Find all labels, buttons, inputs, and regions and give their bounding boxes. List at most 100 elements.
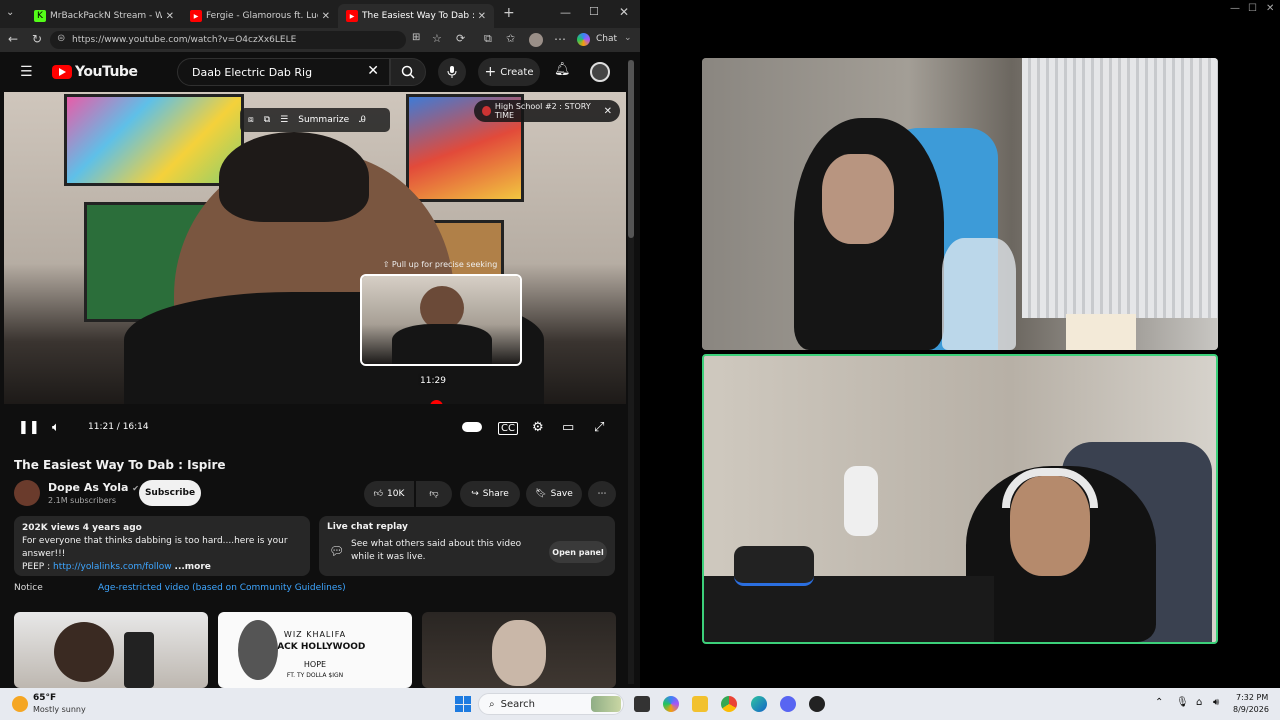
voice-search-button[interactable] — [438, 58, 466, 86]
summarize-button[interactable]: Summarize — [298, 115, 349, 125]
obs-icon[interactable] — [809, 696, 825, 712]
description-link[interactable]: http://yolalinks.com/follow — [53, 562, 172, 572]
related-video-thumbnail[interactable] — [14, 612, 208, 688]
favorite-star-icon[interactable]: ☆ — [432, 32, 442, 45]
logo-text: YouTube — [75, 64, 138, 80]
sun-weather-icon[interactable] — [12, 696, 28, 712]
file-explorer-icon[interactable] — [692, 696, 708, 712]
start-windows-icon[interactable] — [455, 696, 471, 712]
chevron-down-icon[interactable]: ⌄ — [624, 33, 632, 43]
notice-link[interactable]: Age-restricted video (based on Community… — [98, 583, 346, 593]
chat-button[interactable]: Chat — [596, 34, 617, 44]
site-info-icon[interactable]: ⊜ — [57, 33, 65, 44]
task-view-icon[interactable] — [634, 696, 650, 712]
share-icon: ↪ — [471, 489, 479, 499]
tab-kick-stream[interactable]: K MrBackPackN Stream - Watc ✕ — [26, 4, 182, 28]
screenshot-icon[interactable]: ⧈ — [248, 115, 254, 125]
tab-bar: ⌄ K MrBackPackN Stream - Watc ✕ ▶ Fergie… — [0, 0, 640, 28]
description-prefix: PEEP : — [22, 562, 53, 572]
tab-close-icon[interactable]: ✕ — [322, 11, 330, 22]
reader-icon[interactable]: ⊞ — [412, 32, 420, 43]
network-icon[interactable]: ⌂ — [1196, 697, 1202, 708]
hamburger-menu-icon[interactable]: ☰ — [20, 64, 33, 80]
tab-easiest-way[interactable]: ▶ The Easiest Way To Dab : Isp ✕ — [338, 4, 494, 28]
close-window-icon[interactable]: ✕ — [619, 5, 629, 19]
profile-avatar[interactable] — [529, 33, 543, 47]
thumb-person — [238, 620, 278, 680]
extension-icon[interactable]: ⟳ — [456, 32, 465, 45]
edge-icon[interactable] — [751, 696, 767, 712]
tab-list-chevron-icon[interactable]: ⌄ — [6, 7, 14, 18]
back-icon[interactable]: ← — [8, 32, 18, 46]
maximize-icon[interactable]: ☐ — [589, 5, 599, 18]
search-input[interactable]: Daab Electric Dab Rig ✕ — [177, 58, 390, 86]
search-button[interactable] — [390, 58, 426, 86]
notifications-bell-icon[interactable]: 🔔︎ — [554, 62, 571, 77]
tab-fergie[interactable]: ▶ Fergie - Glamorous ft. Ludac ✕ — [182, 4, 338, 28]
channel-name[interactable]: Dope As Yola — [48, 481, 128, 494]
theater-mode-icon[interactable]: ▭ — [562, 420, 574, 435]
save-button[interactable]: 🔖︎ Save — [526, 481, 582, 507]
mini-player-icon[interactable]: ⧉ — [264, 115, 270, 125]
account-avatar[interactable] — [590, 62, 610, 82]
share-button[interactable]: ↪ Share — [460, 481, 520, 507]
discord-icon[interactable] — [780, 696, 796, 712]
scrollbar-thumb[interactable] — [628, 60, 634, 238]
related-video-thumbnail[interactable]: WIZ KHALIFA BLACK HOLLYWOOD HOPE FT. TY … — [218, 612, 412, 688]
subscribe-button[interactable]: Subscribe — [139, 480, 201, 506]
settings-gear-icon[interactable]: ⚙ — [532, 420, 544, 435]
channel-avatar[interactable] — [14, 480, 40, 506]
create-button[interactable]: + Create — [478, 58, 540, 86]
like-button[interactable]: 👍︎ 10K — [364, 481, 414, 507]
microphone-icon[interactable]: 🎙︎ — [1176, 697, 1189, 708]
related-video-thumbnail[interactable] — [422, 612, 616, 688]
thumb-device — [124, 632, 154, 688]
close-icon[interactable]: ✕ — [604, 106, 612, 117]
tab-close-icon[interactable]: ✕ — [166, 11, 174, 22]
refresh-icon[interactable]: ↻ — [32, 32, 42, 46]
seek-preview-thumbnail — [360, 274, 522, 366]
chrome-icon[interactable] — [721, 696, 737, 712]
clear-search-icon[interactable]: ✕ — [367, 63, 379, 79]
cam-box — [1066, 314, 1136, 350]
view-count-date: 202K views 4 years ago — [22, 523, 142, 533]
weather-temperature[interactable]: 65°F — [33, 693, 56, 703]
search-icon — [401, 65, 415, 79]
more-actions-button[interactable]: ⋯ — [588, 481, 616, 507]
video-player[interactable]: ⧈ ⧉ ☰ Summarize Ꭿ High School #2 : STORY… — [4, 92, 626, 404]
favorites-icon[interactable]: ✩ — [506, 32, 515, 45]
url-text: https://www.youtube.com/watch?v=O4czXx6L… — [72, 35, 297, 45]
taskbar-search[interactable]: ⌕ Search — [478, 693, 624, 715]
copilot-icon[interactable] — [577, 33, 590, 46]
minimize-icon[interactable]: — — [1230, 3, 1240, 14]
description-box[interactable]: 202K views 4 years ago For everyone that… — [14, 516, 310, 576]
minimize-icon[interactable]: — — [560, 6, 571, 19]
url-field[interactable]: ⊜ https://www.youtube.com/watch?v=O4czXx… — [50, 31, 406, 49]
captions-icon[interactable]: CC — [498, 422, 518, 435]
new-tab-icon[interactable]: + — [503, 5, 515, 21]
close-window-icon[interactable]: ✕ — [1266, 3, 1274, 14]
fullscreen-icon[interactable]: ⤢ — [594, 420, 604, 435]
suggested-video-badge[interactable]: High School #2 : STORY TIME ✕ — [474, 100, 620, 122]
copilot-icon[interactable] — [663, 696, 679, 712]
translate-icon[interactable]: Ꭿ — [359, 115, 366, 125]
autoplay-toggle[interactable] — [462, 422, 482, 432]
clock-date[interactable]: 8/9/2026 — [1233, 705, 1269, 714]
weather-description[interactable]: Mostly sunny — [33, 705, 86, 714]
clock-time[interactable]: 7:32 PM — [1236, 693, 1268, 702]
time-display: 11:21 / 16:14 — [88, 422, 149, 432]
more-menu-icon[interactable]: ⋯ — [554, 32, 566, 46]
cam-microphone — [734, 546, 814, 586]
volume-icon[interactable]: 🔈︎ — [52, 420, 60, 435]
dislike-button[interactable]: 👎︎ — [416, 481, 452, 507]
speaker-icon[interactable]: 🔊︎ — [1213, 697, 1219, 708]
pause-icon[interactable]: ❚❚ — [18, 420, 40, 435]
chevron-up-icon[interactable]: ⌃ — [1155, 697, 1163, 708]
page-scrollbar[interactable] — [628, 60, 634, 684]
youtube-logo[interactable]: YouTube — [52, 64, 138, 80]
maximize-icon[interactable]: ☐ — [1248, 3, 1257, 14]
open-panel-button[interactable]: Open panel — [549, 541, 607, 563]
split-screen-icon[interactable]: ⧉ — [484, 32, 492, 46]
show-more-button[interactable]: ...more — [175, 562, 211, 572]
tab-close-icon[interactable]: ✕ — [478, 11, 486, 22]
